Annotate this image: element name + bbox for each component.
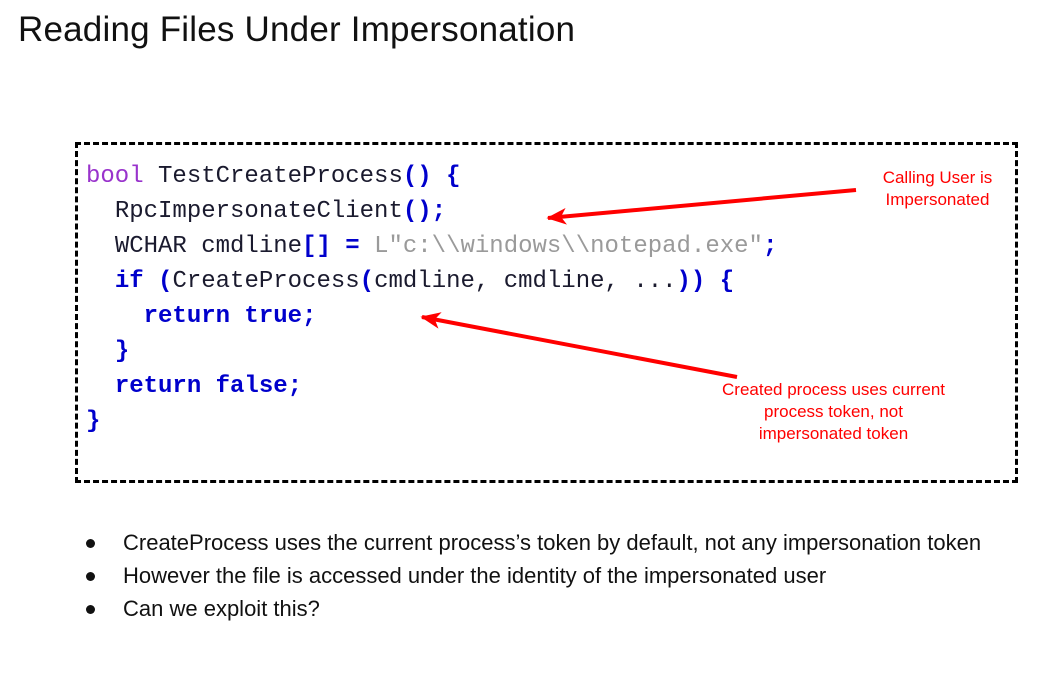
code-token: ;: [762, 233, 778, 260]
code-line: RpcImpersonateClient();: [86, 198, 446, 225]
code-token: TestCreateProcess: [143, 163, 403, 190]
annotation-line: Calling User is: [882, 168, 993, 187]
annotation-line: Impersonated: [885, 190, 990, 209]
code-token: ();: [402, 198, 447, 225]
code-token: WCHAR cmdline: [114, 233, 303, 260]
code-token: }: [86, 408, 101, 435]
list-item-label: Can we exploit this?: [123, 596, 320, 621]
list-item-label: However the file is accessed under the i…: [123, 563, 827, 588]
list-item: CreateProcess uses the current process’s…: [72, 528, 1002, 558]
annotation-line: process token, not: [764, 402, 903, 421]
code-line: bool TestCreateProcess() {: [86, 163, 460, 190]
code-line: if (CreateProcess(cmdline, cmdline, ...)…: [86, 268, 734, 295]
code-token: CreateProcess: [172, 268, 360, 295]
code-line: return false;: [86, 373, 302, 400]
annotation-line: Created process uses current: [722, 380, 945, 399]
annotation-line: impersonated token: [758, 424, 909, 443]
code-token: =: [345, 233, 360, 260]
code-line: }: [86, 338, 129, 365]
code-token: ;: [302, 303, 317, 330]
bullet-dot-icon: [86, 539, 95, 548]
code-token: ;: [287, 373, 303, 400]
code-token: () {: [402, 163, 461, 190]
code-token: }: [114, 338, 130, 365]
list-item: However the file is accessed under the i…: [72, 561, 1002, 591]
code-line: return true;: [86, 303, 317, 330]
bullet-dot-icon: [86, 572, 95, 581]
annotation-calling-user-impersonated: Calling User is Impersonated: [855, 167, 1020, 211]
code-token: L"c:\\windows\\notepad.exe": [359, 233, 763, 260]
list-item-label: CreateProcess uses the current process’s…: [123, 530, 982, 555]
code-token: return false: [114, 373, 288, 400]
code-token: )) {: [676, 268, 735, 295]
code-line: }: [86, 408, 100, 435]
code-token: (: [359, 268, 375, 295]
bullet-dot-icon: [86, 605, 95, 614]
list-item: Can we exploit this?: [72, 594, 1002, 624]
bullet-list: CreateProcess uses the current process’s…: [72, 528, 1002, 627]
code-listing: bool TestCreateProcess() { RpcImpersonat…: [86, 159, 777, 439]
code-token: return true: [143, 303, 303, 330]
code-token: (: [158, 268, 173, 295]
annotation-created-process-token: Created process uses current process toke…: [692, 379, 975, 445]
code-token: []: [302, 233, 331, 260]
page-title: Reading Files Under Impersonation: [18, 10, 576, 49]
code-token: cmdline, cmdline, ...: [374, 268, 677, 295]
code-token: bool: [86, 163, 144, 190]
code-token: RpcImpersonateClient: [114, 198, 403, 225]
code-line: WCHAR cmdline[] = L"c:\\windows\\notepad…: [86, 233, 778, 260]
code-token: if: [114, 268, 144, 295]
